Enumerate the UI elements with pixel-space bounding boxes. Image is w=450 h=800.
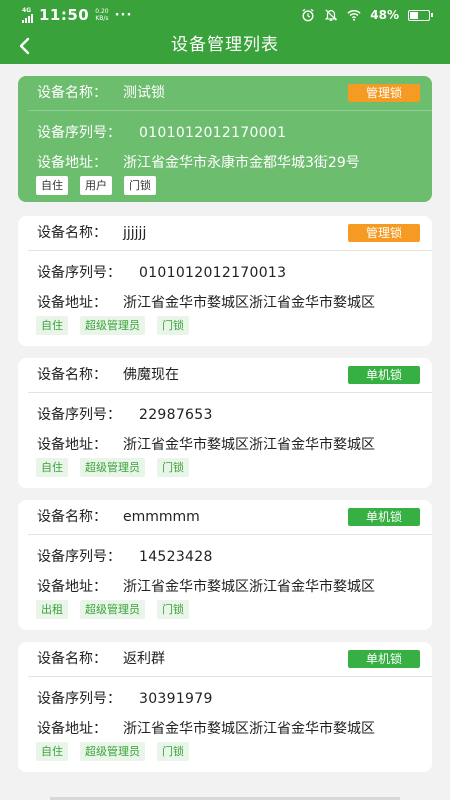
device-serial-row: 设备序列号： 0101012012170001: [37, 122, 286, 142]
device-serial-value: 14523428: [139, 549, 213, 565]
app-bar: 设备管理列表: [0, 30, 450, 64]
lock-kind-tag: 门锁: [157, 458, 189, 477]
device-list: 设备名称： 测试锁 管理锁 设备序列号： 0101012012170001 设备地址…: [18, 76, 432, 784]
device-serial-value: 0101012012170013: [139, 265, 287, 281]
usage-tag: 自住: [36, 316, 68, 335]
device-serial-label: 设备序列号：: [37, 125, 121, 141]
role-tag: 用户: [80, 176, 112, 195]
device-name-value: 返利群: [123, 651, 165, 667]
status-time: 11:50: [39, 6, 90, 24]
device-address-value: 浙江省金华市婺城区浙江省金华市婺城区: [123, 437, 375, 453]
device-type-badge: 管理锁: [348, 84, 420, 102]
device-serial-label: 设备序列号：: [37, 407, 121, 423]
device-address-row: 设备地址： 浙江省金华市婺城区浙江省金华市婺城区: [37, 434, 375, 454]
usage-tag: 自住: [36, 458, 68, 477]
divider: [28, 534, 432, 535]
device-name-row: 设备名称： 测试锁: [37, 82, 165, 102]
device-serial-label: 设备序列号：: [37, 691, 121, 707]
device-address-row: 设备地址： 浙江省金华市婺城区浙江省金华市婺城区: [37, 576, 375, 596]
alarm-icon: [302, 8, 314, 22]
device-address-value: 浙江省金华市婺城区浙江省金华市婺城区: [123, 295, 375, 311]
device-serial-row: 设备序列号： 0101012012170013: [37, 262, 286, 282]
device-serial-row: 设备序列号： 22987653: [37, 404, 213, 424]
divider: [28, 250, 432, 251]
device-address-label: 设备地址：: [37, 155, 107, 171]
device-serial-value: 22987653: [139, 407, 213, 423]
signal-icon: [22, 14, 33, 23]
wifi-icon: [347, 10, 361, 21]
device-name-label: 设备名称：: [37, 225, 107, 241]
device-tags: 自住 用户 门锁: [36, 176, 156, 195]
device-tags: 自住 超级管理员 门锁: [36, 742, 189, 761]
usage-tag: 出租: [36, 600, 68, 619]
usage-tag: 自住: [36, 742, 68, 761]
device-name-label: 设备名称：: [37, 651, 107, 667]
speed-unit: KB/s: [95, 15, 109, 22]
device-card[interactable]: 设备名称： 测试锁 管理锁 设备序列号： 0101012012170001 设备地址…: [18, 76, 432, 202]
battery-icon: [408, 9, 433, 21]
status-bar: 4G 11:50 0.20 KB/s ··· 48%: [0, 0, 450, 30]
device-serial-label: 设备序列号：: [37, 265, 121, 281]
role-tag: 超级管理员: [80, 316, 145, 335]
role-tag: 超级管理员: [80, 458, 145, 477]
page-title: 设备管理列表: [171, 35, 279, 55]
bell-off-icon: [324, 9, 338, 21]
lock-kind-tag: 门锁: [157, 600, 189, 619]
device-name-value: 测试锁: [123, 85, 165, 101]
device-name-value: jjjjjj: [123, 225, 147, 241]
device-serial-row: 设备序列号： 14523428: [37, 546, 213, 566]
device-type-badge: 单机锁: [348, 508, 420, 526]
battery-percent: 48%: [370, 8, 399, 22]
device-card[interactable]: 设备名称： 佛魔现在 单机锁 设备序列号： 22987653 设备地址： 浙江省金华市…: [18, 358, 432, 488]
more-notifications: ···: [114, 7, 133, 23]
usage-tag: 自住: [36, 176, 68, 195]
device-card[interactable]: 设备名称： emmmmm 单机锁 设备序列号： 14523428 设备地址： 浙江省金…: [18, 500, 432, 630]
divider: [28, 676, 432, 677]
device-name-value: emmmmm: [123, 509, 200, 525]
device-name-label: 设备名称：: [37, 509, 107, 525]
device-card[interactable]: 设备名称： jjjjjj 管理锁 设备序列号： 0101012012170013 设…: [18, 216, 432, 346]
device-type-badge: 单机锁: [348, 650, 420, 668]
divider: [28, 392, 432, 393]
device-address-value: 浙江省金华市婺城区浙江省金华市婺城区: [123, 721, 375, 737]
device-name-value: 佛魔现在: [123, 367, 179, 383]
device-address-row: 设备地址： 浙江省金华市婺城区浙江省金华市婺城区: [37, 718, 375, 738]
device-name-label: 设备名称：: [37, 367, 107, 383]
speed-value: 0.20: [95, 8, 109, 15]
device-tags: 自住 超级管理员 门锁: [36, 316, 189, 335]
device-address-label: 设备地址：: [37, 579, 107, 595]
device-address-label: 设备地址：: [37, 721, 107, 737]
signal-indicator: 4G: [22, 7, 33, 23]
device-address-row: 设备地址： 浙江省金华市婺城区浙江省金华市婺城区: [37, 292, 375, 312]
device-name-row: 设备名称： 返利群: [37, 648, 165, 668]
device-address-row: 设备地址： 浙江省金华市永康市金都华城3街29号: [37, 152, 360, 172]
device-address-value: 浙江省金华市永康市金都华城3街29号: [123, 155, 360, 171]
device-tags: 出租 超级管理员 门锁: [36, 600, 189, 619]
device-serial-value: 0101012012170001: [139, 125, 287, 141]
device-name-label: 设备名称：: [37, 85, 107, 101]
role-tag: 超级管理员: [80, 600, 145, 619]
device-address-value: 浙江省金华市婺城区浙江省金华市婺城区: [123, 579, 375, 595]
device-name-row: 设备名称： emmmmm: [37, 506, 200, 526]
device-address-label: 设备地址：: [37, 295, 107, 311]
lock-kind-tag: 门锁: [157, 316, 189, 335]
device-type-badge: 单机锁: [348, 366, 420, 384]
device-serial-value: 30391979: [139, 691, 213, 707]
network-type: 4G: [22, 7, 32, 14]
device-type-badge: 管理锁: [348, 224, 420, 242]
device-serial-label: 设备序列号：: [37, 549, 121, 565]
network-speed: 0.20 KB/s: [95, 8, 108, 22]
lock-kind-tag: 门锁: [157, 742, 189, 761]
divider: [28, 110, 432, 111]
lock-kind-tag: 门锁: [124, 176, 156, 195]
device-card[interactable]: 设备名称： 返利群 单机锁 设备序列号： 30391979 设备地址： 浙江省金华市婺…: [18, 642, 432, 772]
role-tag: 超级管理员: [80, 742, 145, 761]
device-name-row: 设备名称： jjjjjj: [37, 222, 146, 242]
device-serial-row: 设备序列号： 30391979: [37, 688, 213, 708]
device-address-label: 设备地址：: [37, 437, 107, 453]
device-tags: 自住 超级管理员 门锁: [36, 458, 189, 477]
device-name-row: 设备名称： 佛魔现在: [37, 364, 179, 384]
